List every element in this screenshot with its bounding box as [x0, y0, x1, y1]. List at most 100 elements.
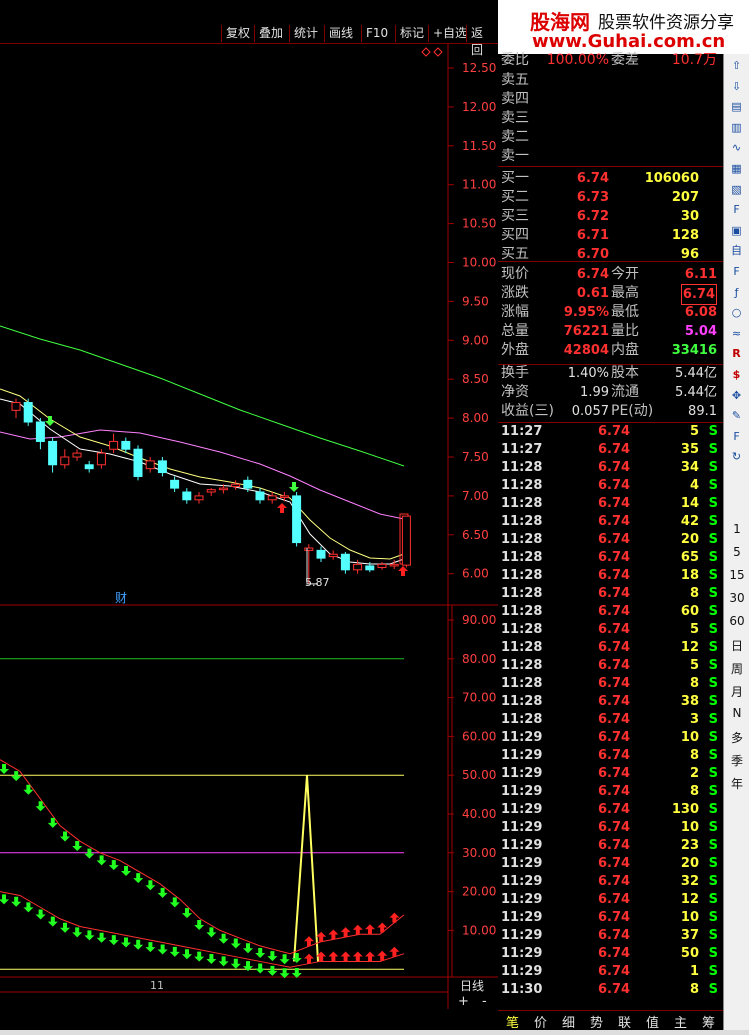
toolbar-button-7[interactable]: 返回 — [466, 25, 498, 57]
list-icon[interactable]: ▤ — [728, 99, 745, 114]
detail-tab-0[interactable]: 笔 — [506, 1012, 519, 1031]
toolbar-button-1[interactable]: 叠加 — [254, 25, 287, 42]
tick-side: S — [708, 802, 718, 817]
extra-row: 换手 1.40% 股本 5.44亿 — [498, 364, 723, 383]
stat-value: 6.74 — [576, 267, 609, 282]
period-button-30[interactable]: 30 — [724, 591, 749, 605]
tick-row: 11:28 6.74 38 S — [498, 693, 723, 711]
line-icon[interactable]: ∿ — [728, 140, 745, 155]
tick-side: S — [708, 982, 718, 997]
tick-volume: 10 — [680, 910, 699, 925]
tick-row: 11:28 6.74 5 S — [498, 657, 723, 675]
detail-tab-6[interactable]: 主 — [674, 1012, 687, 1031]
extra-label: 净资 — [501, 384, 529, 400]
detail-tab-2[interactable]: 细 — [562, 1012, 575, 1031]
kline-icon[interactable]: ▦ — [728, 161, 745, 176]
arrow-up-mark — [365, 924, 375, 935]
tick-time: 11:28 — [501, 640, 543, 655]
period-button-N[interactable]: N — [724, 706, 749, 720]
tick-price: 6.74 — [598, 946, 631, 961]
rsi-icon[interactable]: R — [728, 346, 745, 361]
kline-chart[interactable]: 12.50 12.00 11.50 11.00 10.50 10.00 9.50 9.00 8.… — [0, 44, 498, 1010]
tick-time: 11:27 — [501, 442, 543, 457]
price-axis-label: 8.00 — [462, 411, 489, 425]
zoom-in-button[interactable]: + — [458, 994, 469, 1009]
period-button-月[interactable]: 月 — [724, 683, 749, 700]
tick-volume: 5 — [689, 622, 699, 637]
detail-tab-4[interactable]: 联 — [618, 1012, 631, 1031]
tick-side: S — [708, 928, 718, 943]
period-button-年[interactable]: 年 — [724, 775, 749, 792]
f10-icon[interactable]: F — [728, 202, 745, 217]
candle — [11, 398, 21, 419]
arrow-up-icon[interactable]: ⇧ — [728, 58, 745, 73]
arrow-down-mark — [11, 896, 22, 907]
report-icon[interactable]: ▣ — [728, 223, 745, 238]
chart-icon[interactable]: ▧ — [728, 182, 745, 197]
period-button-多[interactable]: 多 — [724, 729, 749, 746]
price-axis-label: 6.50 — [462, 528, 489, 542]
toolbar-button-3[interactable]: 画线 — [324, 25, 357, 42]
detail-tab-3[interactable]: 势 — [590, 1012, 603, 1031]
period-button-5[interactable]: 5 — [724, 545, 749, 559]
buy-volume: 128 — [671, 228, 699, 243]
tick-volume: 2 — [689, 766, 699, 781]
dollar-icon[interactable]: $ — [728, 367, 745, 382]
arrow-down-mark — [11, 771, 22, 782]
detail-tab-7[interactable]: 筹 — [702, 1012, 715, 1031]
tick-time: 11:28 — [501, 532, 543, 547]
refresh-icon[interactable]: ↻ — [728, 449, 745, 464]
low-price-marker: 5.87 — [305, 576, 330, 589]
period-button-周[interactable]: 周 — [724, 660, 749, 677]
toolbar-button-0[interactable]: 复权 — [221, 25, 254, 42]
arrow-down-mark — [279, 954, 290, 965]
toolbar-button-4[interactable]: F10 — [361, 25, 392, 42]
zoom-out-button[interactable]: - — [482, 994, 487, 1009]
arrow-down-icon[interactable]: ⇩ — [728, 79, 745, 94]
period-label[interactable]: 日线 — [460, 977, 484, 994]
candle — [267, 492, 277, 504]
period-button-日[interactable]: 日 — [724, 637, 749, 654]
fx-icon[interactable]: ƒ — [728, 285, 745, 300]
tick-row: 11:29 6.74 20 S — [498, 855, 723, 873]
tick-time: 11:28 — [501, 478, 543, 493]
tick-volume: 20 — [680, 532, 699, 547]
detail-tab-5[interactable]: 值 — [646, 1012, 659, 1031]
stat-value: 9.95% — [563, 305, 609, 320]
tick-time: 11:28 — [501, 694, 543, 709]
stat-label: 总量 — [501, 323, 529, 339]
arrow-down-mark — [218, 956, 229, 967]
tick-time: 11:29 — [501, 802, 543, 817]
move-icon[interactable]: ✥ — [728, 388, 745, 403]
period-button-60[interactable]: 60 — [724, 614, 749, 628]
tick-volume: 35 — [680, 442, 699, 457]
tick-volume: 18 — [680, 568, 699, 583]
circle-icon[interactable]: ○ — [728, 305, 745, 320]
candle — [60, 449, 70, 469]
arrow-down-mark — [72, 927, 83, 938]
f5-icon[interactable]: F — [728, 429, 745, 444]
diamond-icons[interactable] — [421, 47, 443, 57]
toolbar-button-2[interactable]: 统计 — [289, 25, 322, 42]
period-button-1[interactable]: 1 — [724, 522, 749, 536]
toolbar-button-5[interactable]: 标记 — [395, 25, 428, 42]
finance-marker[interactable]: 财 — [115, 589, 127, 606]
self-icon[interactable]: 自 — [728, 243, 745, 258]
watermark-url: www.Guhai.com.cn — [532, 31, 726, 52]
detail-tab-1[interactable]: 价 — [534, 1012, 547, 1031]
arrow-down-mark — [121, 866, 131, 877]
candle — [170, 476, 180, 493]
tick-volume: 38 — [680, 694, 699, 709]
pen-icon[interactable]: ✎ — [728, 408, 745, 423]
period-button-15[interactable]: 15 — [724, 568, 749, 582]
stat-row: 现价 6.74 今开 6.11 — [498, 265, 723, 284]
arrow-down-mark — [35, 801, 46, 812]
bar-icon[interactable]: ▥ — [728, 120, 745, 135]
wave-icon[interactable]: ≈ — [728, 326, 745, 341]
tick-row: 11:28 6.74 20 S — [498, 531, 723, 549]
tick-time: 11:29 — [501, 928, 543, 943]
tick-volume: 20 — [680, 856, 699, 871]
period-button-季[interactable]: 季 — [724, 752, 749, 769]
toolbar-button-6[interactable]: +自选 — [428, 25, 471, 42]
fz-icon[interactable]: F — [728, 264, 745, 279]
